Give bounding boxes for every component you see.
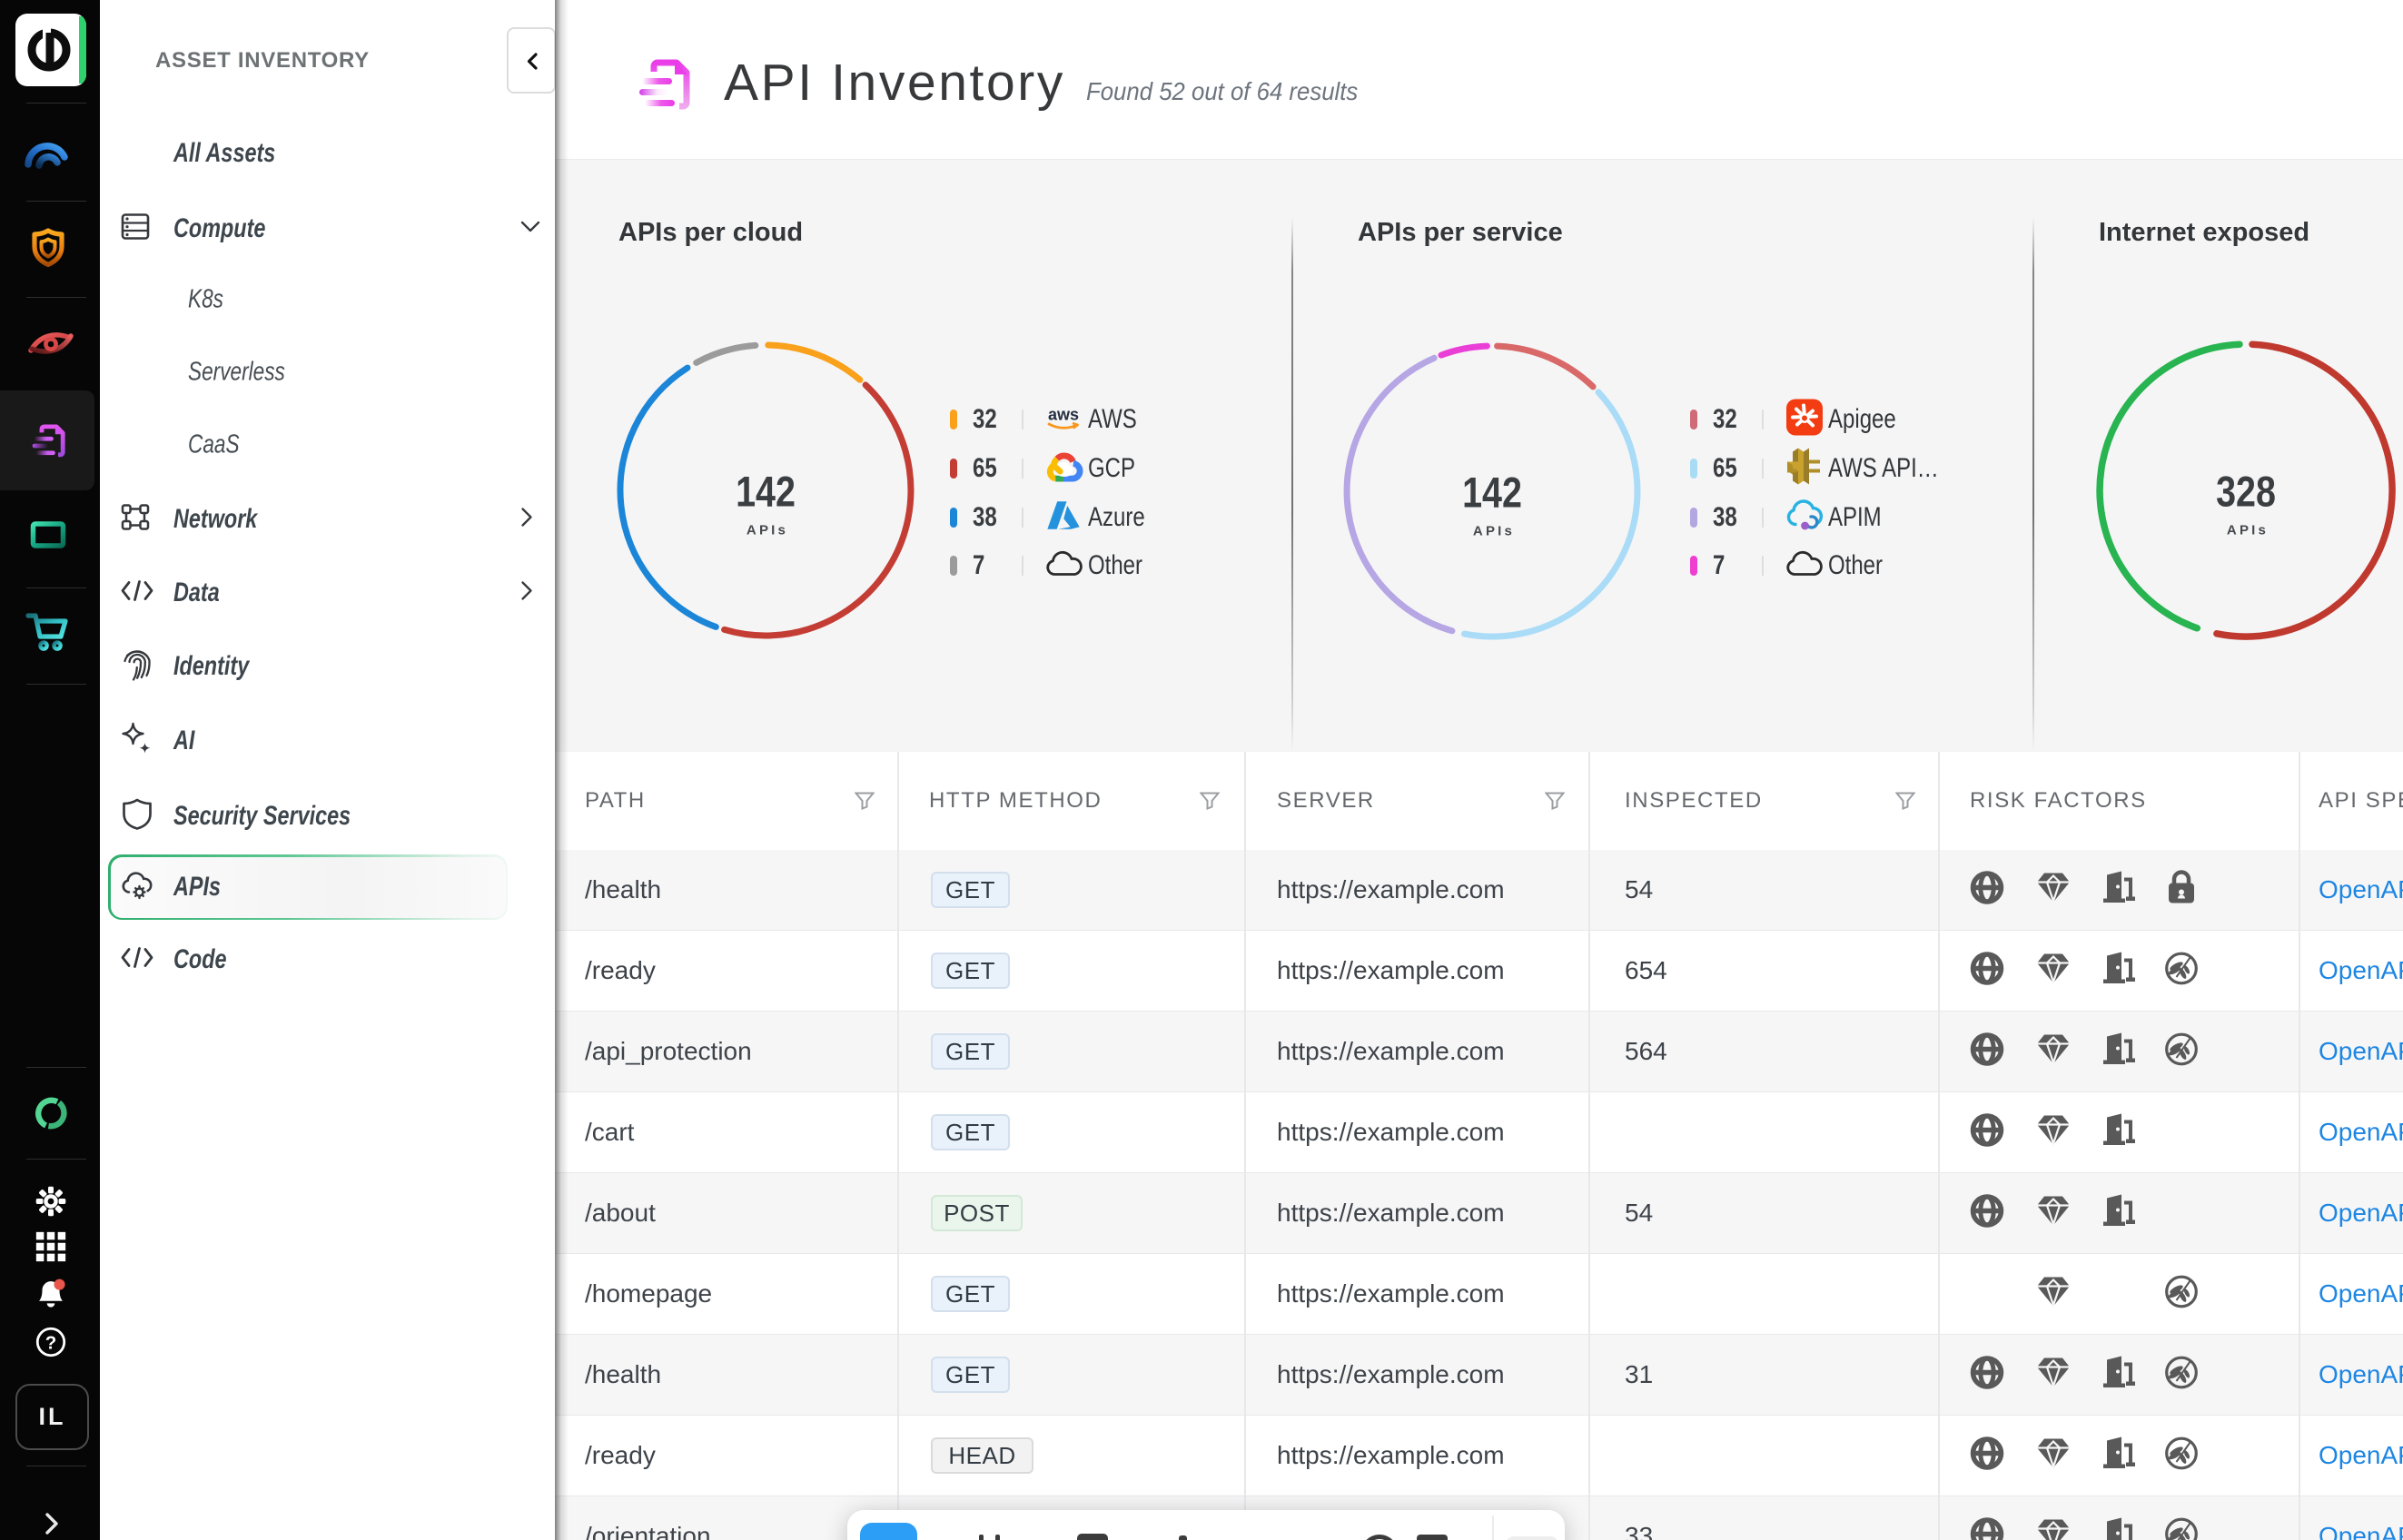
svg-text:aws: aws	[1048, 406, 1079, 424]
svg-text:?: ?	[45, 1332, 56, 1353]
